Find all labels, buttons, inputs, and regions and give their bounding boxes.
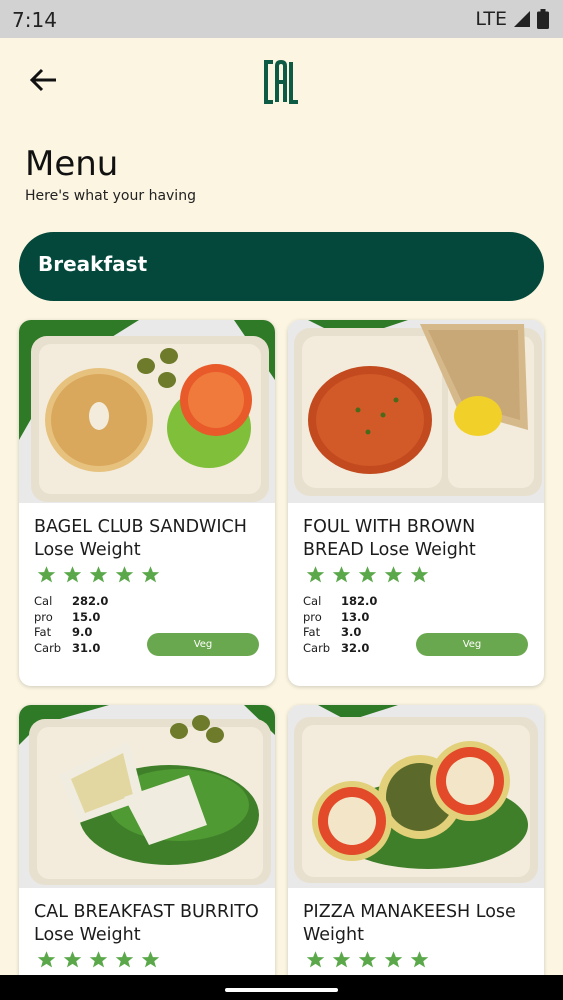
star-icon [306, 566, 325, 583]
pizza-manakeesh-image [288, 705, 544, 888]
signal-icon [513, 10, 531, 28]
meal-card-bagel[interactable]: BAGEL CLUB SANDWICH Lose Weight Cal 282.0… [19, 320, 275, 686]
rating-stars [306, 950, 429, 969]
arrow-left-icon [26, 68, 62, 102]
star-icon [384, 951, 403, 968]
network-type: LTE [475, 8, 507, 30]
rating-stars [37, 565, 160, 584]
star-icon [141, 951, 160, 968]
nutrition-label: Fat [34, 625, 52, 639]
meal-name: BAGEL CLUB SANDWICH Lose Weight [34, 517, 247, 560]
breakfast-burrito-image [19, 705, 275, 888]
back-button[interactable] [26, 62, 62, 98]
category-breakfast[interactable]: Breakfast [19, 232, 544, 301]
rating-stars [37, 950, 160, 969]
nutrition-label: Cal [303, 594, 322, 608]
nutrition-label: Fat [303, 625, 321, 639]
star-icon [89, 951, 108, 968]
status-bar: 7:14 LTE [0, 0, 563, 38]
nutrition-label: Carb [303, 640, 331, 655]
carb-value: 32.0 [341, 640, 370, 655]
carb-value: 31.0 [72, 640, 101, 655]
meal-name: CAL BREAKFAST BURRITO Lose Weight [34, 902, 259, 945]
star-icon [306, 951, 325, 968]
star-icon [358, 566, 377, 583]
home-gesture-handle[interactable] [225, 988, 338, 992]
status-time: 7:14 [12, 8, 57, 32]
nutrition-label: pro [303, 609, 322, 624]
foul-brown-bread-image [288, 320, 544, 503]
star-icon [89, 566, 108, 583]
star-icon [332, 951, 351, 968]
fat-value: 9.0 [72, 625, 93, 639]
star-icon [358, 951, 377, 968]
nutrition-info: Cal 282.0 pro 15.0 Fat 9.0 Carb 31.0 [34, 594, 108, 656]
star-icon [384, 566, 403, 583]
category-label: Breakfast [38, 252, 148, 276]
meal-name: FOUL WITH BROWN BREAD Lose Weight [303, 517, 476, 560]
meal-card-foul[interactable]: FOUL WITH BROWN BREAD Lose Weight Cal 182… [288, 320, 544, 686]
star-icon [115, 566, 134, 583]
bagel-sandwich-image [19, 320, 275, 503]
page-subtitle: Here's what your having [25, 188, 196, 204]
meal-card-burrito[interactable]: CAL BREAKFAST BURRITO Lose Weight [19, 705, 275, 1000]
nutrition-label: Cal [34, 594, 53, 608]
cal-value: 182.0 [341, 594, 378, 608]
star-icon [410, 951, 429, 968]
cal-logo [262, 54, 302, 110]
meal-card-manakeesh[interactable]: PIZZA MANAKEESH Lose Weight [288, 705, 544, 1000]
veg-tag-button[interactable]: Veg [416, 633, 528, 656]
star-icon [115, 951, 134, 968]
cal-value: 282.0 [72, 594, 109, 608]
nutrition-info: Cal 182.0 pro 13.0 Fat 3.0 Carb 32.0 [303, 594, 377, 656]
pro-value: 15.0 [72, 609, 101, 624]
battery-icon [537, 9, 549, 29]
rating-stars [306, 565, 429, 584]
star-icon [332, 566, 351, 583]
page-title: Menu [25, 144, 119, 184]
star-icon [63, 951, 82, 968]
star-icon [37, 951, 56, 968]
star-icon [37, 566, 56, 583]
star-icon [63, 566, 82, 583]
star-icon [141, 566, 160, 583]
meal-name: PIZZA MANAKEESH Lose Weight [303, 902, 516, 945]
status-indicators: LTE [475, 8, 549, 30]
fat-value: 3.0 [341, 625, 362, 639]
nutrition-label: Carb [34, 640, 62, 655]
nutrition-label: pro [34, 609, 53, 624]
star-icon [410, 566, 429, 583]
pro-value: 13.0 [341, 609, 370, 624]
veg-tag-button[interactable]: Veg [147, 633, 259, 656]
